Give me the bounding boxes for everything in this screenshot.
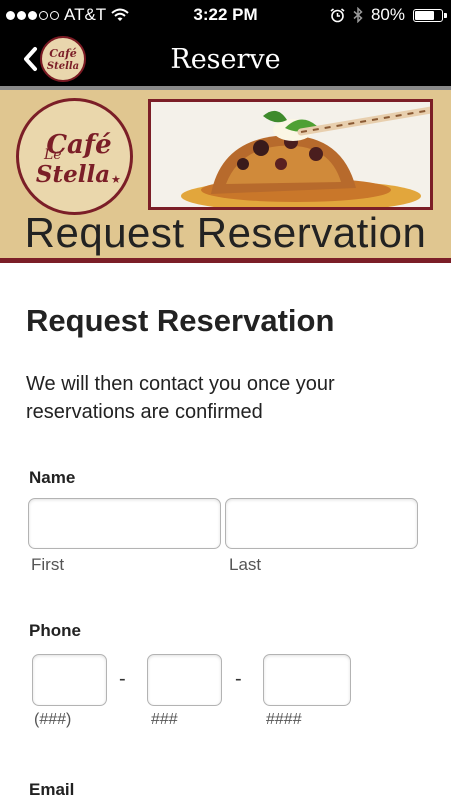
phone-line-hint: ####: [266, 711, 302, 728]
form-heading: Request Reservation: [26, 303, 335, 338]
svg-text:Stella: Stella: [35, 161, 109, 188]
dessert-photo: [148, 99, 433, 210]
nav-bar: Café Stella Reserve: [0, 30, 451, 86]
email-label: Email: [29, 780, 75, 799]
status-icons: 80%: [330, 5, 447, 25]
last-name-input[interactable]: [225, 498, 418, 549]
phone-separator: -: [235, 668, 242, 690]
name-label: Name: [29, 468, 76, 487]
svg-text:Café: Café: [46, 130, 111, 160]
header-banner: Le Café Stella ★ Request Reservation: [0, 90, 451, 260]
phone-line-number-input[interactable]: [263, 654, 351, 706]
phone-prefix-hint: ###: [151, 711, 178, 728]
battery-icon: [413, 8, 447, 22]
phone-separator: -: [119, 668, 126, 690]
phone-prefix-input[interactable]: [147, 654, 222, 706]
form-intro-text: We will then contact you once your reser…: [26, 373, 335, 423]
first-name-sublabel: First: [31, 555, 65, 574]
last-name-sublabel: Last: [229, 555, 262, 574]
status-bar: AT&T 3:22 PM 80%: [0, 0, 451, 30]
phone-area-code-input[interactable]: [32, 654, 107, 706]
phone-area-hint: (###): [34, 711, 72, 728]
cafe-stella-logo: Le Café Stella ★: [16, 98, 133, 215]
battery-level: [415, 10, 434, 20]
alarm-icon: [330, 7, 345, 22]
svg-text:★: ★: [111, 174, 121, 186]
banner-divider: [0, 258, 451, 263]
page-title: Reserve: [170, 44, 281, 75]
bluetooth-icon: [353, 7, 363, 23]
phone-label: Phone: [29, 621, 81, 640]
battery-percent: 80%: [370, 5, 405, 24]
first-name-input[interactable]: [28, 498, 221, 549]
banner-title: Request Reservation: [24, 209, 427, 256]
